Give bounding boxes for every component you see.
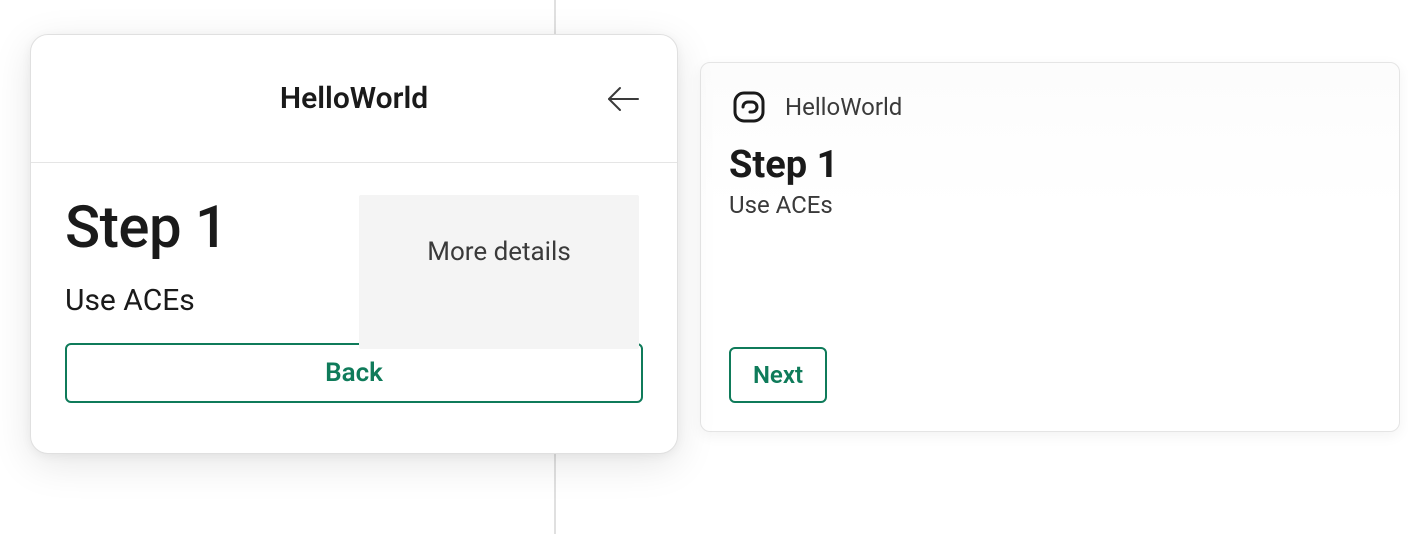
preview-step-title: Step 1 — [729, 143, 1371, 187]
dialog-card: HelloWorld Step 1 Use ACEs More details … — [30, 34, 678, 454]
more-details-label: More details — [427, 237, 571, 267]
back-button[interactable]: Back — [65, 343, 643, 403]
next-button[interactable]: Next — [729, 347, 827, 403]
next-button-label: Next — [753, 361, 803, 389]
preview-header: HelloWorld — [729, 87, 1371, 127]
preview-card: HelloWorld Step 1 Use ACEs Next — [700, 62, 1400, 432]
more-details-panel[interactable]: More details — [359, 195, 639, 349]
dialog-title: HelloWorld — [280, 81, 428, 116]
link-icon — [729, 87, 769, 127]
preview-title: HelloWorld — [785, 93, 902, 121]
back-button-label: Back — [325, 358, 383, 388]
dialog-body: Step 1 Use ACEs More details — [31, 163, 677, 318]
preview-step-subtitle: Use ACEs — [729, 191, 1371, 219]
back-arrow-icon[interactable] — [605, 81, 641, 117]
dialog-header: HelloWorld — [31, 35, 677, 163]
